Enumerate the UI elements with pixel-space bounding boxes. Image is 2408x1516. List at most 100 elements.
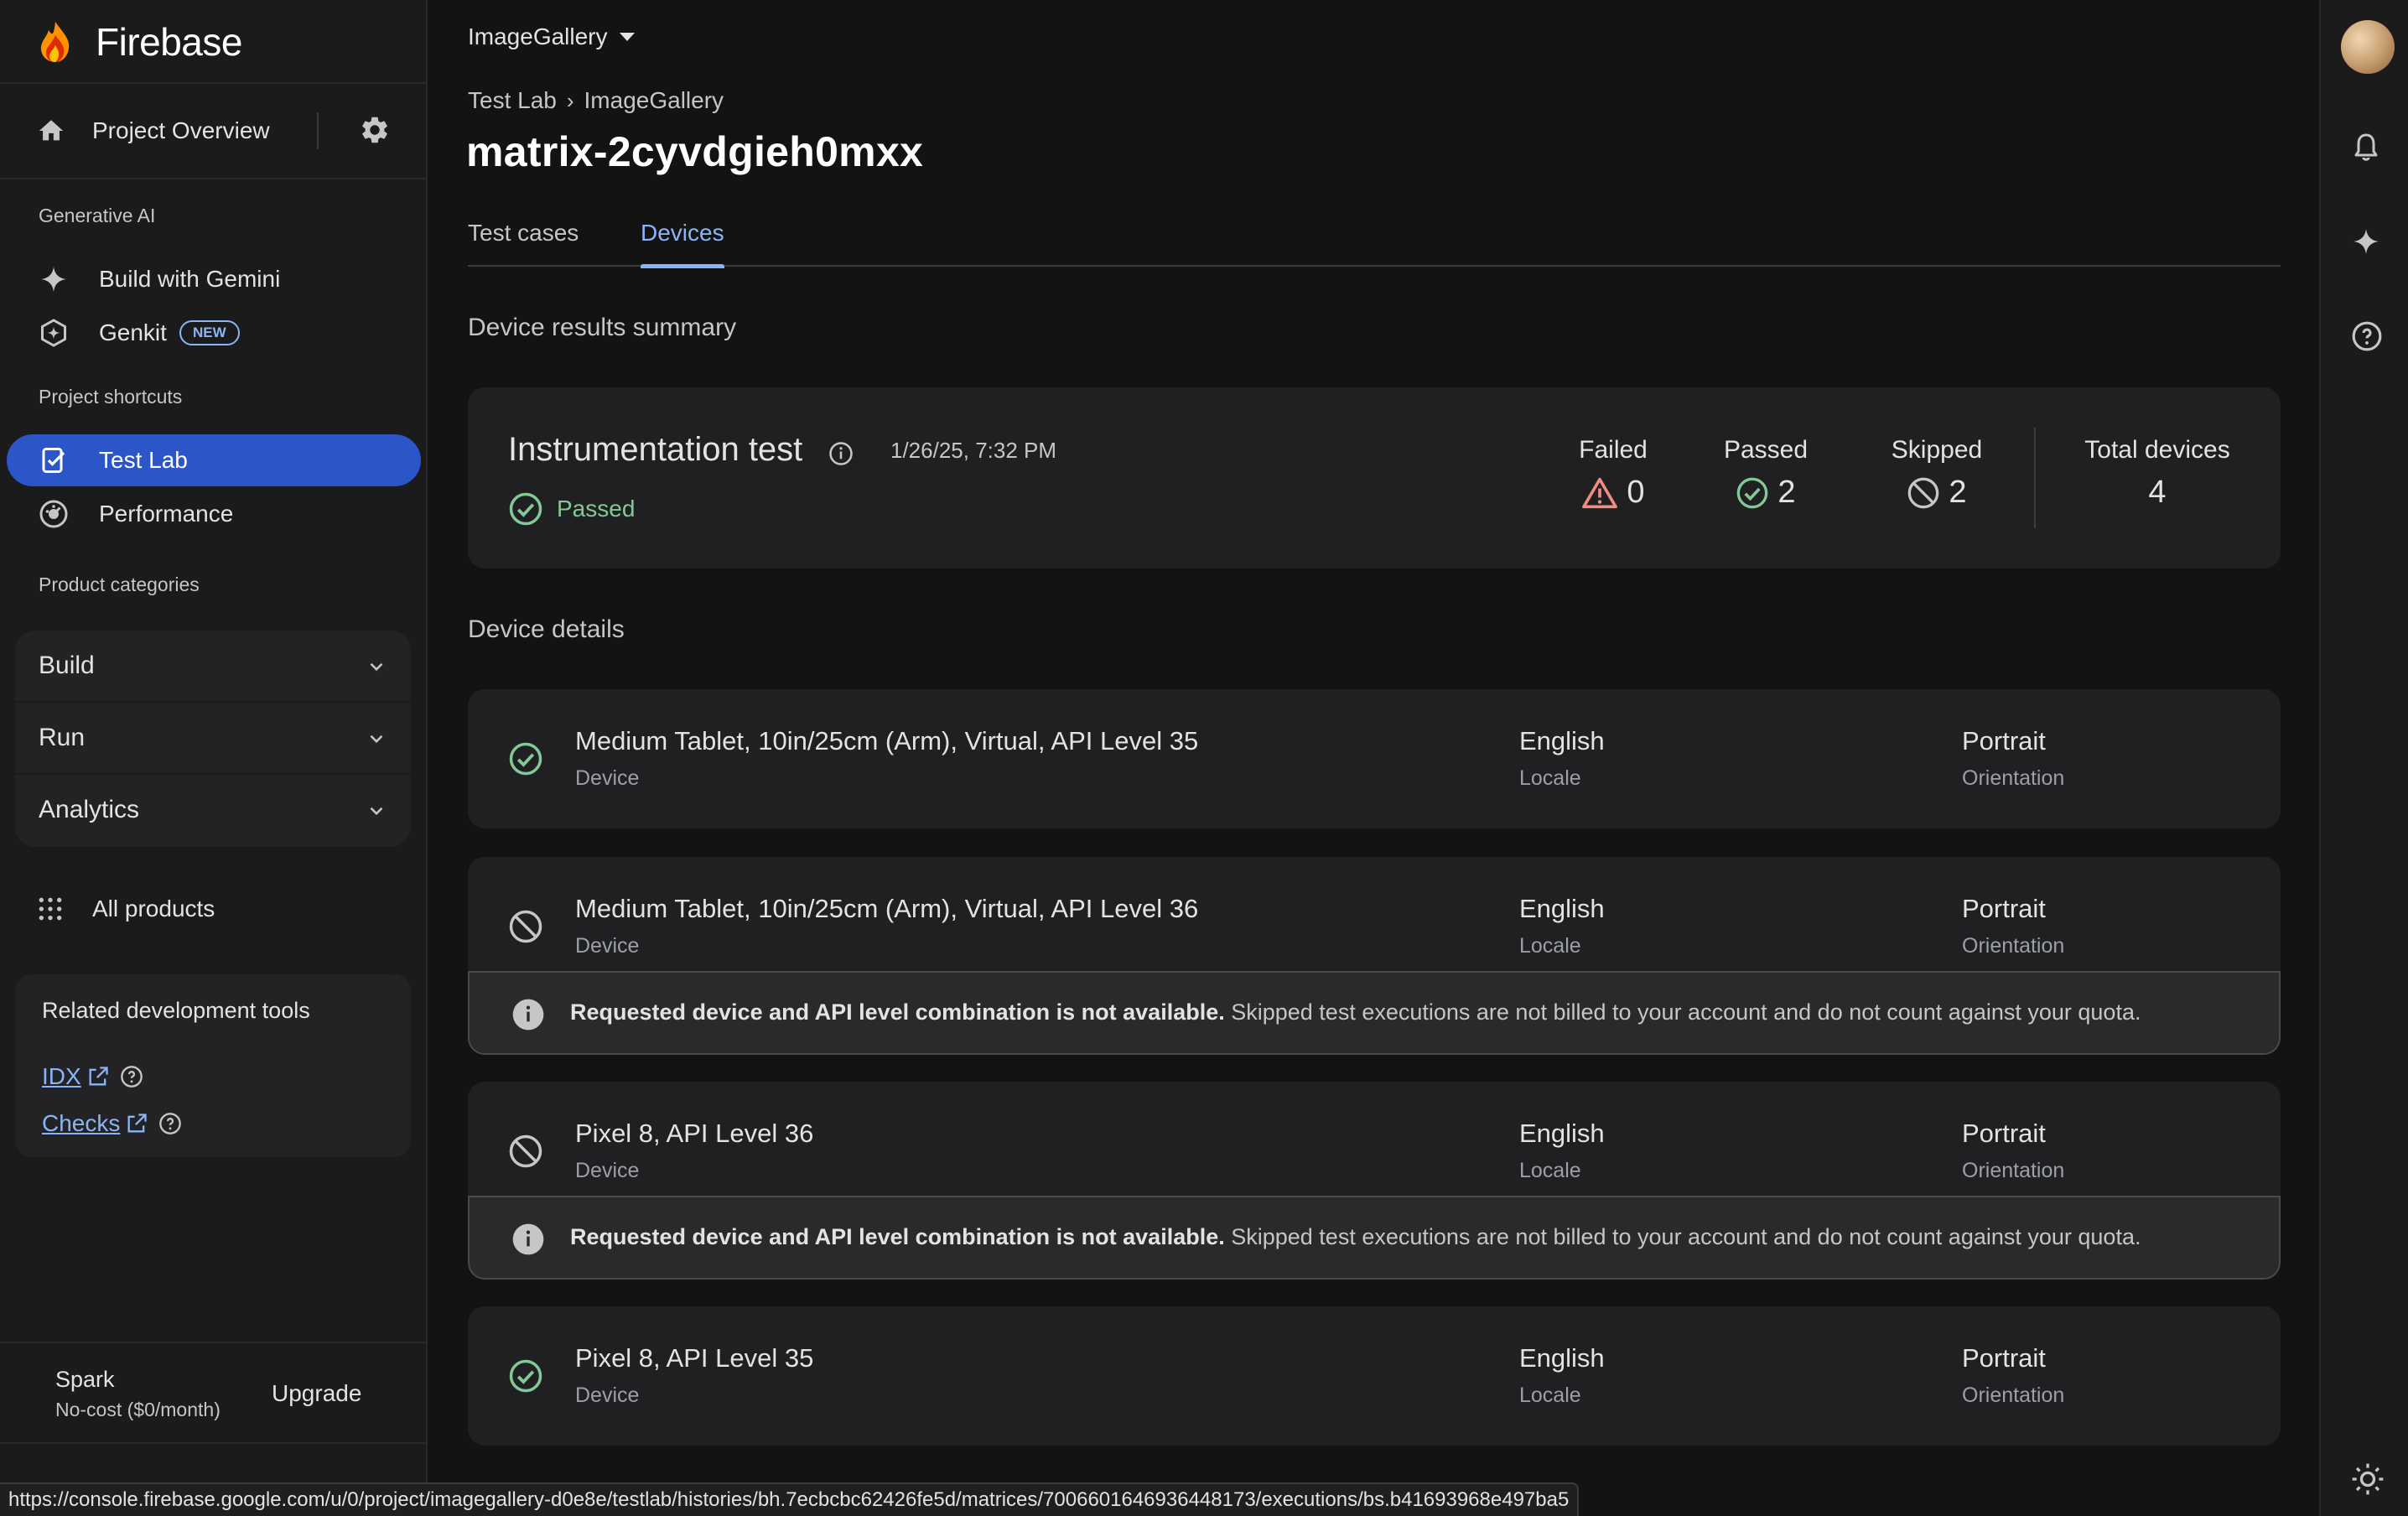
tab-label: Test cases xyxy=(468,220,579,246)
gear-icon[interactable] xyxy=(359,114,391,146)
stat-value: 2 xyxy=(1861,475,2012,511)
apps-grid-icon xyxy=(39,897,62,921)
chevron-down-icon xyxy=(370,807,383,816)
help-icon[interactable] xyxy=(120,1065,143,1088)
performance-icon xyxy=(39,499,69,529)
idx-link[interactable]: IDX xyxy=(42,1063,81,1090)
skipped-notice: Requested device and API level combinati… xyxy=(468,1196,2281,1280)
divider xyxy=(0,178,426,179)
device-locale: English xyxy=(1519,726,1605,755)
page-title: matrix-2cyvdgieh0mxx xyxy=(466,128,924,175)
device-caption: Device xyxy=(575,766,640,790)
new-badge: NEW xyxy=(179,320,240,345)
tab-test-cases[interactable]: Test cases xyxy=(468,220,579,267)
device-caption: Device xyxy=(575,1384,640,1407)
notice-text: Requested device and API level combinati… xyxy=(570,1224,2141,1250)
summary-card: Instrumentation test 1/26/25, 7:32 PM Pa… xyxy=(468,387,2281,568)
test-timestamp: 1/26/25, 7:32 PM xyxy=(890,438,1057,463)
skipped-notice: Requested device and API level combinati… xyxy=(468,971,2281,1055)
device-card[interactable]: Medium Tablet, 10in/25cm (Arm), Virtual,… xyxy=(468,857,2281,1055)
related-tools-panel: Related development tools IDX Checks xyxy=(15,974,411,1157)
orientation-caption: Orientation xyxy=(1962,1384,2065,1407)
device-row: Medium Tablet, 10in/25cm (Arm), Virtual,… xyxy=(468,689,2281,827)
device-name: Pixel 8, API Level 36 xyxy=(575,1119,814,1148)
divider xyxy=(2034,428,2036,528)
category-run[interactable]: Run xyxy=(15,703,411,773)
breadcrumb-imagegallery[interactable]: ImageGallery xyxy=(584,87,724,114)
app-name: Firebase xyxy=(96,20,242,64)
device-card[interactable]: Medium Tablet, 10in/25cm (Arm), Virtual,… xyxy=(468,689,2281,828)
locale-caption: Locale xyxy=(1519,1159,1581,1182)
info-filled-icon xyxy=(512,999,544,1031)
check-circle-icon xyxy=(509,1359,542,1393)
help-icon[interactable] xyxy=(158,1112,182,1135)
firebase-flame-icon xyxy=(40,22,70,62)
external-link-icon xyxy=(89,1067,108,1086)
tab-devices[interactable]: Devices xyxy=(641,220,724,268)
section-generative-ai: Generative AI xyxy=(39,205,156,226)
device-card[interactable]: Pixel 8, API Level 36 Device English Loc… xyxy=(468,1082,2281,1280)
notice-rest: Skipped test executions are not billed t… xyxy=(1224,1224,2141,1249)
status-label: Passed xyxy=(557,496,636,522)
stat-value: 2 xyxy=(1690,475,1841,511)
sidebar-item-genkit[interactable]: Genkit NEW xyxy=(7,307,421,359)
device-name: Pixel 8, API Level 35 xyxy=(575,1343,814,1373)
related-tools-title: Related development tools xyxy=(42,998,310,1023)
sidebar-item-performance[interactable]: Performance xyxy=(7,488,421,540)
sidebar-item-build-with-gemini[interactable]: Build with Gemini xyxy=(7,253,421,305)
device-orientation: Portrait xyxy=(1962,1119,2046,1148)
project-selector-label: ImageGallery xyxy=(468,23,608,49)
device-caption: Device xyxy=(575,1159,640,1182)
firebase-logo[interactable]: Firebase xyxy=(37,17,242,67)
category-build[interactable]: Build xyxy=(15,631,411,701)
bell-icon[interactable] xyxy=(2351,131,2381,164)
check-circle-icon xyxy=(509,742,542,776)
category-analytics[interactable]: Analytics xyxy=(15,775,411,845)
help-icon[interactable] xyxy=(2351,320,2383,352)
orientation-caption: Orientation xyxy=(1962,1159,2065,1182)
notice-bold: Requested device and API level combinati… xyxy=(570,999,1225,1025)
caret-down-icon xyxy=(619,33,635,41)
related-link-checks: Checks xyxy=(42,1110,182,1137)
right-rail xyxy=(2319,0,2408,1516)
section-product-categories: Product categories xyxy=(39,574,200,595)
category-label: Build xyxy=(39,652,95,679)
locale-caption: Locale xyxy=(1519,766,1581,790)
product-categories: Build Run Analytics xyxy=(15,631,411,847)
genkit-icon xyxy=(39,318,69,348)
project-overview-link[interactable]: Project Overview xyxy=(37,107,397,154)
sidebar-item-test-lab[interactable]: Test Lab xyxy=(7,434,421,486)
chevron-down-icon xyxy=(370,735,383,744)
blocked-icon xyxy=(1908,477,1939,508)
gemini-sparkle-icon[interactable] xyxy=(2351,226,2381,257)
check-circle-icon xyxy=(1737,477,1768,508)
upgrade-button[interactable]: Upgrade xyxy=(272,1380,361,1407)
failed-count: 0 xyxy=(1627,475,1645,510)
home-icon xyxy=(39,120,64,141)
sidebar-item-label: Performance xyxy=(99,501,234,527)
checks-link[interactable]: Checks xyxy=(42,1110,120,1137)
theme-toggle-icon[interactable] xyxy=(2351,1462,2385,1496)
external-link-icon xyxy=(127,1114,148,1133)
stat-label: Passed xyxy=(1723,436,1809,464)
test-name: Instrumentation test xyxy=(508,431,803,468)
device-locale: English xyxy=(1519,1343,1605,1373)
total-devices-count: 4 xyxy=(2148,475,2167,510)
sidebar-item-label: Build with Gemini xyxy=(99,266,281,292)
device-row: Pixel 8, API Level 35 Device English Loc… xyxy=(468,1306,2281,1444)
stat-label: Failed xyxy=(1579,436,1648,464)
sparkle-icon xyxy=(39,264,69,294)
all-products-label: All products xyxy=(92,896,215,922)
category-label: Run xyxy=(39,724,86,751)
project-selector[interactable]: ImageGallery xyxy=(468,23,635,50)
stat-label: Skipped xyxy=(1891,436,1983,464)
info-outline-icon[interactable] xyxy=(828,441,854,466)
divider xyxy=(317,112,319,149)
breadcrumb-test-lab[interactable]: Test Lab xyxy=(468,87,557,114)
main-content: ImageGallery Test Lab › ImageGallery mat… xyxy=(429,0,2319,1516)
plan-name: Spark xyxy=(55,1367,115,1392)
test-lab-icon xyxy=(39,445,69,475)
all-products-link[interactable]: All products xyxy=(37,887,215,931)
avatar[interactable] xyxy=(2341,20,2395,74)
device-card[interactable]: Pixel 8, API Level 35 Device English Loc… xyxy=(468,1306,2281,1446)
